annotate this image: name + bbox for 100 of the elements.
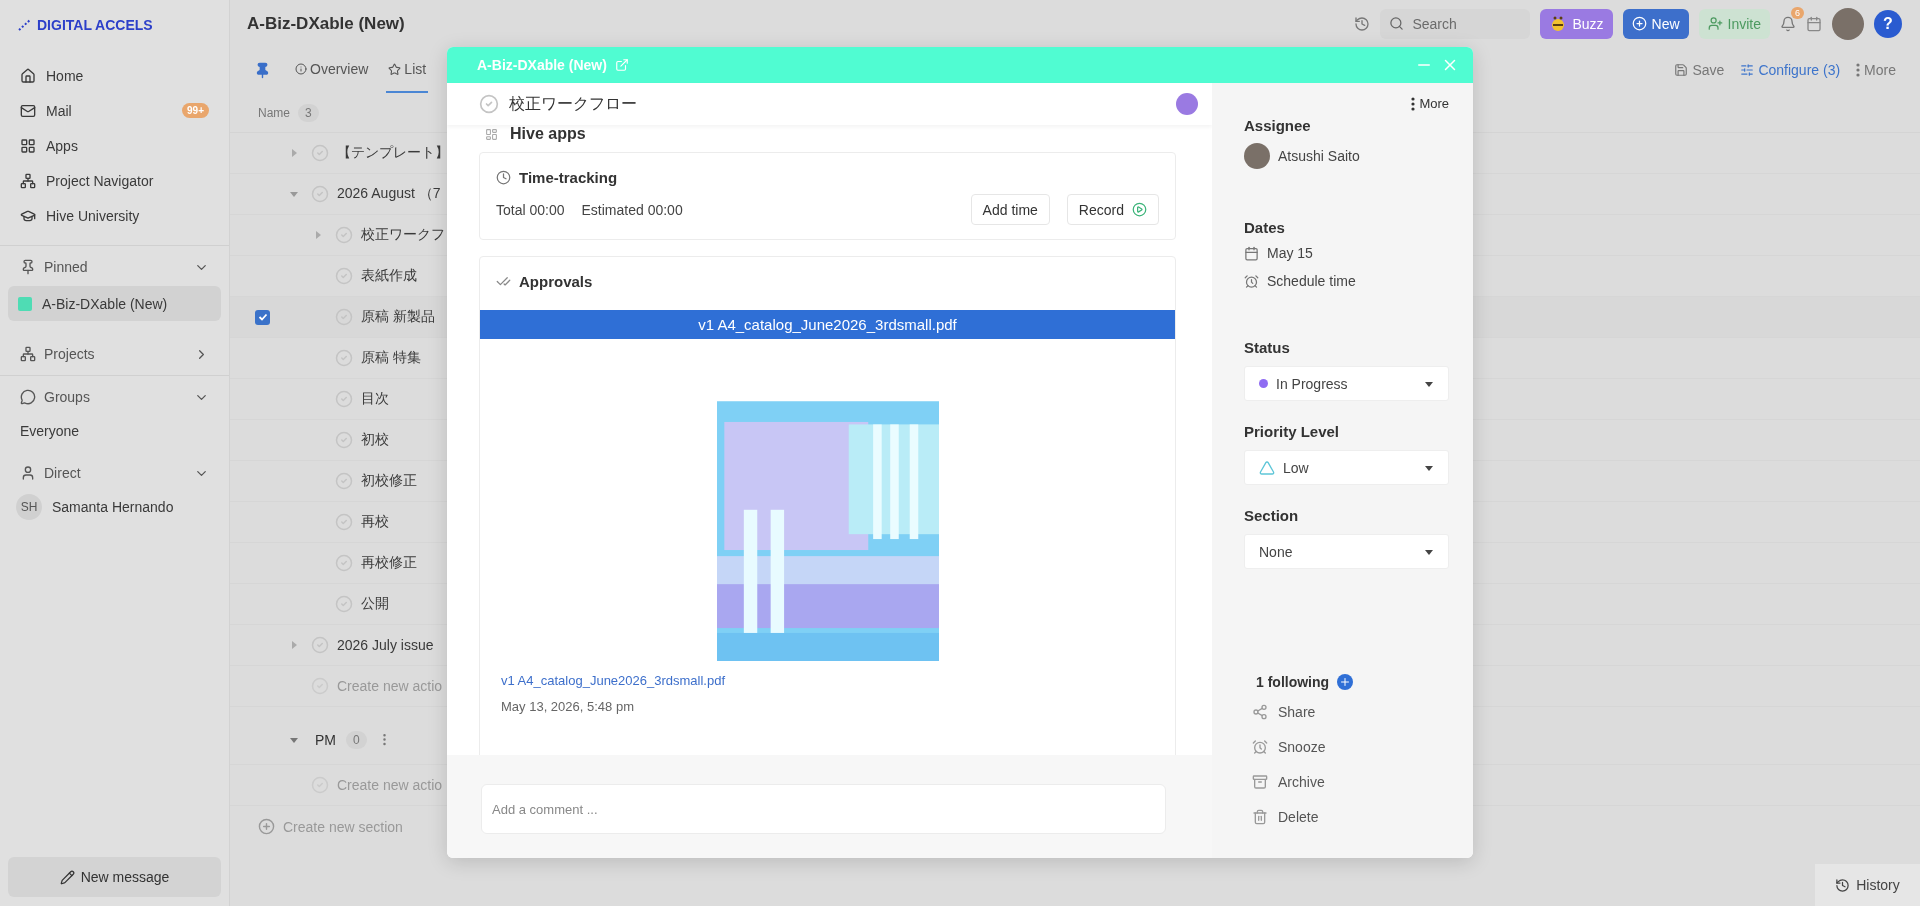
calendar-icon[interactable] (1806, 15, 1822, 32)
contact-name[interactable]: Samanta Hernando (52, 499, 174, 515)
save-icon (1674, 63, 1689, 77)
field-label: Dates (1244, 219, 1285, 236)
panel-action[interactable]: Share (1244, 694, 1449, 729)
complete-checkbox[interactable] (479, 94, 499, 114)
caret-right-icon[interactable] (289, 148, 299, 158)
chat-icon (20, 389, 36, 405)
check-circle-icon[interactable] (335, 554, 353, 572)
view-tab[interactable]: List (386, 47, 429, 93)
avatar-initials: SH (16, 494, 42, 520)
nav-item[interactable]: Home (10, 58, 219, 93)
check-circle-icon[interactable] (335, 349, 353, 367)
search-field[interactable]: Search (1380, 8, 1531, 39)
check-icon (257, 312, 268, 322)
estimated-time: Estimated 00:00 (581, 201, 683, 218)
record-button[interactable]: Record (1066, 194, 1159, 225)
check-circle-icon[interactable] (335, 267, 353, 285)
nav-icon (20, 137, 36, 154)
check-circle-icon[interactable] (335, 226, 353, 244)
task-title: 校正ワークフロー (509, 93, 638, 114)
nav-item[interactable]: Apps (10, 128, 219, 163)
nav-icon (20, 67, 36, 84)
bee-avatar (1176, 93, 1198, 115)
schedule-time-link[interactable]: Schedule time (1267, 273, 1356, 289)
share-icon (1252, 703, 1268, 720)
plus-circle-icon (1631, 16, 1647, 31)
pencil-icon (59, 869, 75, 885)
project-title: A-Biz-DXable (New) (247, 13, 406, 34)
add-time-button[interactable]: Add time (970, 194, 1050, 225)
comment-field[interactable]: Add a comment ... (481, 784, 1166, 834)
task-title: 表紙作成 (361, 267, 417, 285)
hierarchy-icon (20, 346, 36, 362)
nav-item[interactable]: Project Navigator (10, 163, 219, 198)
panel-action[interactable]: Archive (1244, 764, 1449, 799)
help-button[interactable]: ? (1874, 9, 1902, 38)
brand-name: DIGITAL ACCELS (37, 17, 153, 33)
check-circle-icon[interactable] (311, 185, 329, 203)
group-item[interactable]: Everyone (0, 414, 229, 448)
caret-right-icon[interactable] (289, 640, 299, 650)
new-message-button[interactable]: New message (8, 857, 221, 897)
clock-icon (496, 170, 511, 185)
notification-badge: 6 (1791, 6, 1804, 19)
check-circle-icon[interactable] (311, 636, 329, 654)
check-circle-icon[interactable] (335, 431, 353, 449)
task-title: 原稿 新製品 (361, 308, 435, 326)
due-date[interactable]: May 15 (1267, 245, 1313, 261)
caret-down-icon[interactable] (289, 189, 299, 199)
field-label: Priority Level (1244, 423, 1340, 440)
check-circle-icon[interactable] (335, 513, 353, 531)
file-link[interactable]: v1 A4_catalog_June2026_3rdsmall.pdf (480, 673, 747, 688)
check-circle-icon[interactable] (335, 390, 353, 408)
bell-icon[interactable] (1780, 15, 1796, 32)
task-title: 公開 (361, 595, 389, 613)
plus-circle-icon (258, 818, 275, 835)
section-heading: Hive apps (510, 125, 586, 143)
user-avatar[interactable] (1832, 7, 1864, 40)
new-button[interactable]: New (1622, 8, 1689, 39)
caret-right-icon[interactable] (313, 230, 323, 240)
row-checkbox[interactable] (255, 309, 270, 325)
calendar-icon (1244, 245, 1259, 261)
dropdown[interactable]: None (1244, 534, 1449, 569)
sliders-icon (1740, 63, 1755, 77)
pinned-project[interactable]: A-Biz-DXable (New) (8, 286, 221, 321)
history-icon[interactable] (1354, 15, 1371, 32)
pin-icon[interactable] (254, 61, 271, 79)
nav-item[interactable]: Hive University (10, 198, 219, 233)
check-circle-icon[interactable] (335, 595, 353, 613)
task-title: 【テンプレート】 (337, 144, 449, 162)
nav-icon (20, 172, 36, 189)
user-plus-icon (1707, 16, 1723, 31)
dropdown[interactable]: In Progress (1244, 366, 1449, 401)
play-icon (1132, 202, 1147, 217)
history-icon (1835, 877, 1851, 893)
logo-icon (18, 19, 32, 31)
section-name: PM (315, 731, 336, 748)
section-label: Direct (44, 465, 82, 481)
check-circle-icon[interactable] (335, 472, 353, 490)
external-link-icon[interactable] (614, 58, 629, 72)
count-badge: 99+ (182, 103, 209, 118)
nav-item[interactable]: Mail 99+ (10, 93, 219, 128)
panel-action[interactable]: Delete (1244, 799, 1449, 834)
dropdown[interactable]: Low (1244, 450, 1449, 485)
followers-count: 1 following (1256, 674, 1330, 690)
count-badge: 3 (298, 103, 319, 122)
task-title: 再校修正 (361, 554, 417, 572)
assignee-name[interactable]: Atsushi Saito (1278, 148, 1360, 164)
plus-icon (1339, 676, 1352, 688)
panel-action[interactable]: Snooze (1244, 729, 1449, 764)
search-input[interactable]: Search (1410, 14, 1511, 33)
task-title: 目次 (361, 390, 389, 408)
history-button[interactable]: History (1815, 864, 1920, 906)
more-button[interactable]: More (1405, 95, 1455, 112)
assignee-avatar (1244, 143, 1270, 169)
view-tab[interactable]: Overview (293, 47, 371, 93)
user-icon (20, 465, 36, 481)
check-circle-icon[interactable] (311, 144, 329, 162)
field-label: Section (1244, 507, 1299, 524)
add-follower-button[interactable] (1337, 674, 1354, 690)
star-icon (388, 62, 402, 76)
